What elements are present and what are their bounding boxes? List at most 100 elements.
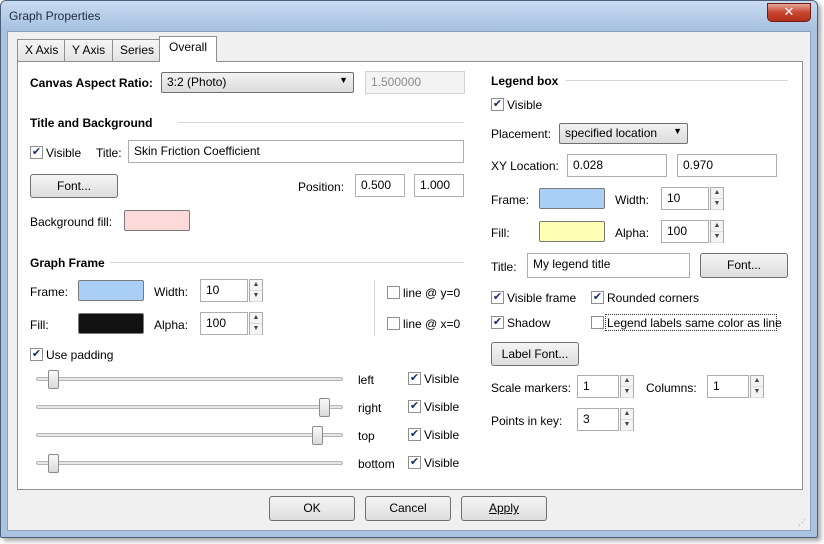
- spin-up-icon[interactable]: ▲: [250, 280, 262, 291]
- points-in-key-spinner[interactable]: ▲ ▼: [620, 408, 634, 431]
- title-visible-label: Visible: [46, 146, 82, 160]
- scale-markers-spinner[interactable]: ▲ ▼: [620, 375, 634, 398]
- padding-bottom-visible-checkbox[interactable]: ✔: [408, 456, 421, 469]
- legend-same-color-label: Legend labels same color as line: [607, 316, 782, 330]
- title-background-header: Title and Background: [30, 116, 153, 130]
- padding-right-visible-checkbox[interactable]: ✔: [408, 400, 421, 413]
- padding-left-visible-label: Visible: [424, 372, 460, 386]
- close-button[interactable]: ✕: [767, 3, 811, 22]
- separator: [374, 280, 375, 336]
- background-fill-swatch[interactable]: [124, 210, 190, 231]
- line-y0-checkbox[interactable]: [387, 286, 400, 299]
- visible-frame-checkbox[interactable]: ✔: [491, 291, 504, 304]
- legend-width-spinner[interactable]: ▲ ▼: [710, 187, 724, 210]
- scale-markers-label: Scale markers:: [491, 381, 572, 395]
- slider-track: [36, 461, 343, 465]
- spin-up-icon[interactable]: ▲: [711, 188, 723, 199]
- padding-right-label: right: [358, 401, 382, 415]
- divider: [178, 122, 464, 123]
- alpha-spinner[interactable]: ▲ ▼: [249, 312, 263, 335]
- padding-right-visible-label: Visible: [424, 400, 460, 414]
- placement-select[interactable]: specified location ▼: [559, 123, 688, 144]
- alpha-input[interactable]: 100: [200, 312, 248, 335]
- legend-width-label: Width:: [615, 193, 650, 207]
- padding-left-visible-checkbox[interactable]: ✔: [408, 372, 421, 385]
- frame-color-swatch[interactable]: [78, 280, 144, 301]
- legend-alpha-spinner[interactable]: ▲ ▼: [710, 220, 724, 243]
- shadow-checkbox[interactable]: ✔: [491, 316, 504, 329]
- legend-frame-label: Frame:: [491, 193, 530, 207]
- line-y0-label: line @ y=0: [403, 286, 461, 300]
- legend-visible-checkbox[interactable]: ✔: [491, 98, 504, 111]
- tab-overall[interactable]: Overall: [159, 36, 218, 62]
- tab-series[interactable]: Series: [112, 39, 163, 61]
- canvas-aspect-select[interactable]: 3:2 (Photo) ▼: [161, 72, 354, 93]
- points-in-key-input[interactable]: 3: [577, 408, 619, 431]
- spin-up-icon[interactable]: ▲: [621, 376, 633, 387]
- legend-title-input[interactable]: My legend title: [527, 253, 690, 278]
- frame-width-input[interactable]: 10: [200, 279, 248, 302]
- legend-fill-color-swatch[interactable]: [539, 221, 605, 242]
- fill-color-swatch[interactable]: [78, 313, 144, 334]
- padding-bottom-visible-label: Visible: [424, 456, 460, 470]
- spin-down-icon[interactable]: ▼: [711, 232, 723, 243]
- ok-button[interactable]: OK: [269, 496, 355, 521]
- position-label: Position:: [298, 180, 345, 194]
- slider-track: [36, 433, 343, 437]
- padding-left-slider[interactable]: [48, 370, 60, 389]
- columns-label: Columns:: [646, 381, 697, 395]
- title-label: Title:: [96, 146, 122, 160]
- padding-bottom-slider[interactable]: [48, 454, 60, 473]
- xy-y-input[interactable]: 0.970: [677, 154, 777, 177]
- spin-down-icon[interactable]: ▼: [250, 324, 262, 335]
- label-font-button[interactable]: Label Font...: [491, 342, 579, 366]
- tab-y-axis[interactable]: Y Axis: [64, 39, 114, 61]
- padding-top-visible-checkbox[interactable]: ✔: [408, 428, 421, 441]
- frame-label: Frame:: [30, 285, 69, 299]
- placement-label: Placement:: [491, 127, 552, 141]
- position-x-input[interactable]: 0.500: [355, 174, 405, 197]
- spin-down-icon[interactable]: ▼: [250, 291, 262, 302]
- rounded-corners-label: Rounded corners: [607, 291, 700, 305]
- spin-up-icon[interactable]: ▲: [250, 313, 262, 324]
- padding-bottom-label: bottom: [358, 457, 395, 471]
- padding-right-slider[interactable]: [318, 398, 330, 417]
- tab-x-axis[interactable]: X Axis: [17, 39, 67, 61]
- legend-same-color-checkbox[interactable]: [591, 316, 604, 329]
- spin-down-icon[interactable]: ▼: [711, 199, 723, 210]
- slider-track: [36, 377, 343, 381]
- overall-panel: Canvas Aspect Ratio: 3:2 (Photo) ▼ 1.500…: [17, 61, 803, 490]
- line-x0-label: line @ x=0: [403, 317, 461, 331]
- legend-width-input[interactable]: 10: [661, 187, 709, 210]
- resize-grip-icon[interactable]: ⋰: [798, 518, 808, 528]
- title-bar[interactable]: Graph Properties ✕: [1, 1, 817, 31]
- graph-properties-window: Graph Properties ✕ X Axis Y Axis Series …: [0, 0, 818, 538]
- spin-up-icon[interactable]: ▲: [751, 376, 763, 387]
- spin-up-icon[interactable]: ▲: [621, 409, 633, 420]
- columns-spinner[interactable]: ▲ ▼: [750, 375, 764, 398]
- columns-input[interactable]: 1: [707, 375, 749, 398]
- title-input[interactable]: Skin Friction Coefficient: [128, 140, 464, 163]
- rounded-corners-checkbox[interactable]: ✔: [591, 291, 604, 304]
- xy-x-input[interactable]: 0.028: [567, 154, 667, 177]
- frame-width-spinner[interactable]: ▲ ▼: [249, 279, 263, 302]
- legend-alpha-input[interactable]: 100: [661, 220, 709, 243]
- spin-down-icon[interactable]: ▼: [621, 420, 633, 431]
- line-x0-checkbox[interactable]: [387, 317, 400, 330]
- position-y-input[interactable]: 1.000: [414, 174, 464, 197]
- title-font-button[interactable]: Font...: [30, 174, 118, 198]
- apply-button[interactable]: Apply: [461, 496, 547, 521]
- cancel-button[interactable]: Cancel: [365, 496, 451, 521]
- padding-top-slider[interactable]: [312, 426, 324, 445]
- title-visible-checkbox[interactable]: ✔: [30, 146, 43, 159]
- window-title: Graph Properties: [9, 9, 101, 23]
- legend-font-button[interactable]: Font...: [700, 253, 788, 278]
- divider: [110, 262, 464, 263]
- spin-up-icon[interactable]: ▲: [711, 221, 723, 232]
- spin-down-icon[interactable]: ▼: [621, 387, 633, 398]
- legend-frame-color-swatch[interactable]: [539, 188, 605, 209]
- spin-down-icon[interactable]: ▼: [751, 387, 763, 398]
- scale-markers-input[interactable]: 1: [577, 375, 619, 398]
- use-padding-checkbox[interactable]: ✔: [30, 348, 43, 361]
- chevron-down-icon: ▼: [339, 75, 348, 85]
